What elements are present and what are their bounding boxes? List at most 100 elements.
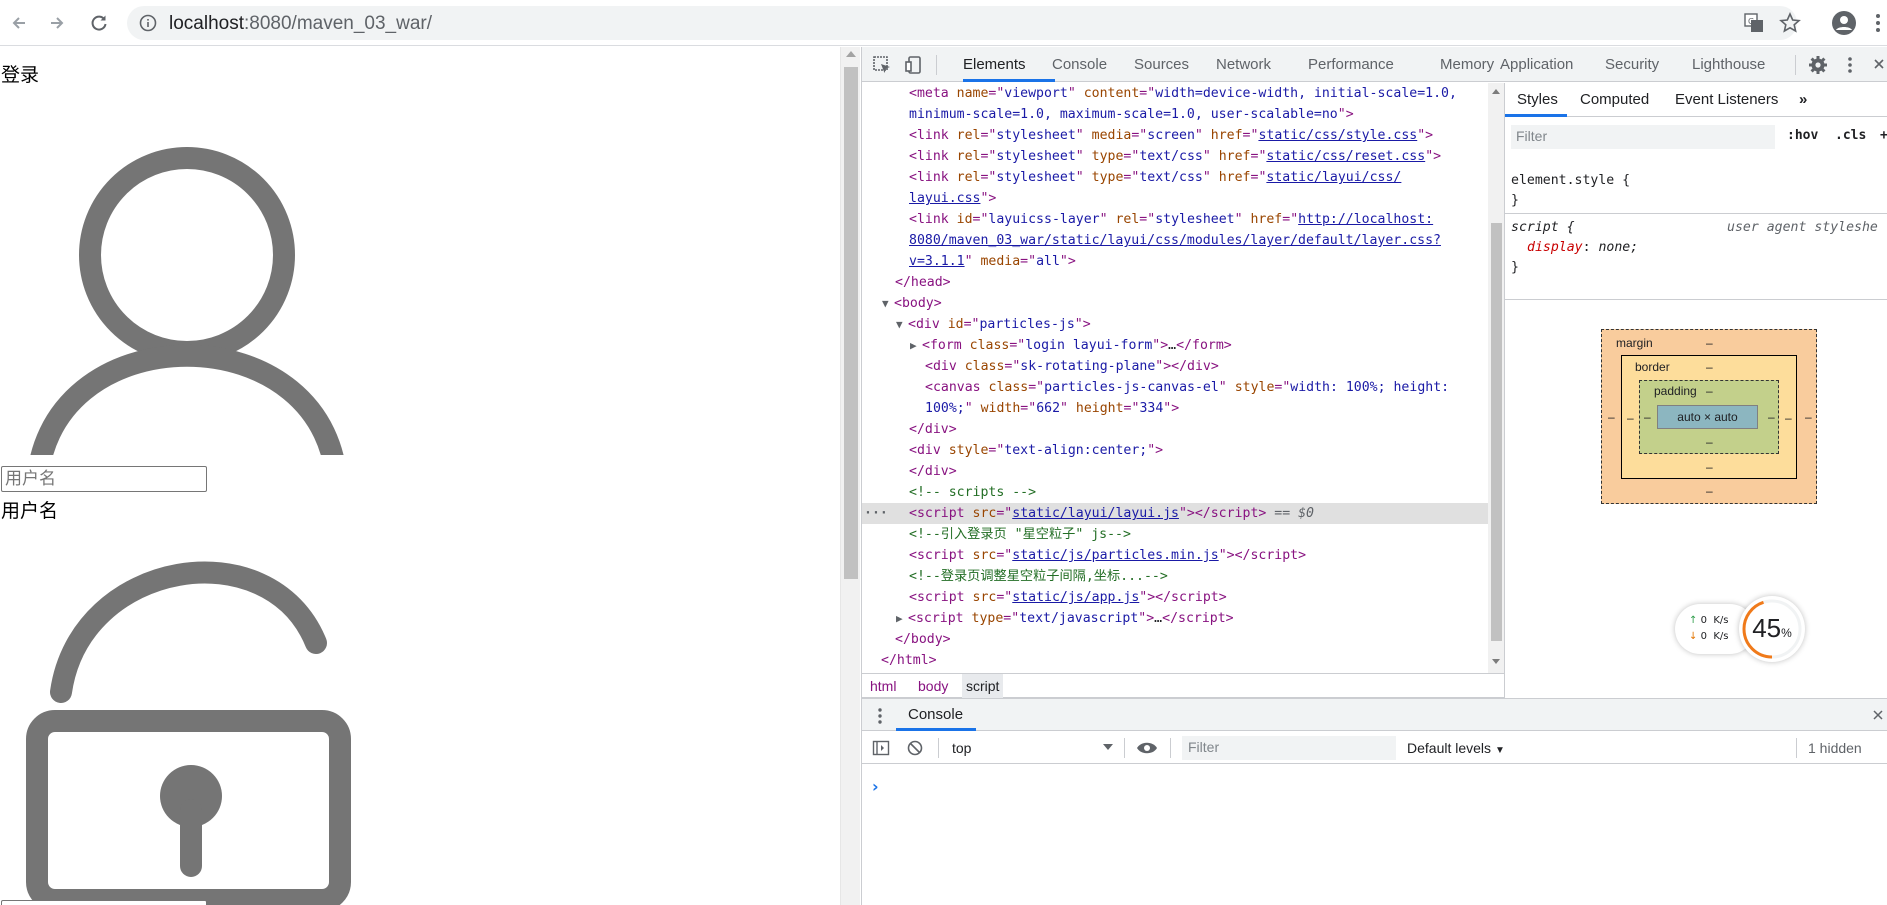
- dom-node-script-app[interactable]: <script src="static/js/app.js"></script>: [862, 587, 1488, 608]
- dom-node-comment-adjust[interactable]: <!--登录页调整星空粒子间隔,坐标...-->: [862, 566, 1488, 587]
- reload-button[interactable]: [87, 11, 111, 35]
- border-right-value[interactable]: –: [1785, 411, 1792, 425]
- network-speed-widget[interactable]: ↑ 0 K/s ↓ 0 K/s 45%: [1675, 596, 1811, 662]
- dom-node-div-spinner[interactable]: <div class="sk-rotating-plane"></div>: [862, 356, 1488, 377]
- sidebar-toggle-icon[interactable]: [872, 739, 890, 757]
- border-left-value[interactable]: –: [1627, 411, 1634, 425]
- url-text[interactable]: localhost:8080/maven_03_war/: [169, 13, 432, 35]
- dom-node-canvas[interactable]: <canvas class="particles-js-canvas-el" s…: [862, 377, 1488, 398]
- dom-node-link-layui-cont[interactable]: layui.css">: [862, 188, 1488, 209]
- eye-icon[interactable]: [1136, 740, 1158, 756]
- dom-node-form[interactable]: ▶ <form class="login layui-form">…</form>: [862, 335, 1488, 356]
- collapsed-triangle-icon[interactable]: ▶: [896, 608, 908, 629]
- href-link[interactable]: static/layui/css/: [1266, 170, 1401, 185]
- dom-node-link-layer[interactable]: <link id="layuicss-layer" rel="styleshee…: [862, 209, 1488, 230]
- devtools-menu-icon[interactable]: [1844, 55, 1856, 75]
- clear-console-icon[interactable]: [906, 739, 924, 757]
- tab-security[interactable]: Security: [1605, 56, 1659, 73]
- dom-node-link-layui[interactable]: <link rel="stylesheet" type="text/css" h…: [862, 167, 1488, 188]
- add-rule-icon[interactable]: +: [1880, 128, 1887, 143]
- tab-sources[interactable]: Sources: [1134, 56, 1189, 73]
- scroll-up-icon[interactable]: [1492, 89, 1500, 94]
- href-link[interactable]: v=3.1.1: [909, 254, 965, 269]
- dom-node-script-layui-selected[interactable]: ··· <script src="static/layui/layui.js"><…: [862, 503, 1488, 524]
- margin-right-value[interactable]: –: [1805, 410, 1812, 424]
- ellipsis-icon[interactable]: ···: [864, 503, 888, 524]
- console-prompt-icon[interactable]: ›: [872, 777, 879, 796]
- context-selector[interactable]: top: [952, 740, 971, 756]
- close-drawer-icon[interactable]: [1872, 709, 1884, 721]
- more-menu-icon[interactable]: [1872, 12, 1884, 34]
- tab-console[interactable]: Console: [1052, 56, 1107, 73]
- dom-node-canvas-cont[interactable]: 100%;" width="662" height="334">: [862, 398, 1488, 419]
- collapsed-triangle-icon[interactable]: ▶: [910, 335, 922, 356]
- styles-filter-input[interactable]: Filter: [1511, 125, 1775, 149]
- dom-node-link-layer-cont[interactable]: 8080/maven_03_war/static/layui/css/modul…: [862, 230, 1488, 251]
- scroll-up-icon[interactable]: [846, 51, 856, 57]
- tab-memory[interactable]: Memory: [1440, 56, 1494, 73]
- tab-elements[interactable]: Elements: [963, 56, 1026, 73]
- info-icon[interactable]: [139, 14, 157, 32]
- src-link[interactable]: static/js/app.js: [1012, 590, 1139, 605]
- drawer-menu-icon[interactable]: [876, 707, 884, 725]
- href-link[interactable]: 8080/maven_03_war/static/layui/css/modul…: [909, 233, 1441, 248]
- log-levels-dropdown[interactable]: Default levels ▼: [1407, 740, 1505, 756]
- console-filter-input[interactable]: Filter: [1182, 736, 1396, 760]
- padding-right-value[interactable]: –: [1768, 410, 1775, 424]
- padding-left-value[interactable]: –: [1644, 410, 1651, 424]
- dom-node-div-particles[interactable]: ▼ <div id="particles-js">: [862, 314, 1488, 335]
- drawer-tab-console[interactable]: Console: [908, 706, 963, 723]
- css-value[interactable]: none;: [1598, 240, 1638, 255]
- profile-avatar-icon[interactable]: [1831, 10, 1857, 36]
- src-link[interactable]: static/layui/layui.js: [1012, 506, 1179, 521]
- username-input[interactable]: [1, 466, 207, 492]
- page-scrollbar[interactable]: [840, 47, 860, 905]
- box-model-padding[interactable]: padding – – – – auto × auto: [1639, 380, 1779, 454]
- src-link[interactable]: static/js/particles.min.js: [1012, 548, 1218, 563]
- password-input[interactable]: [1, 900, 207, 905]
- dom-node-div-close2[interactable]: </div>: [862, 461, 1488, 482]
- border-bottom-value[interactable]: –: [1706, 460, 1713, 474]
- tab-computed[interactable]: Computed: [1580, 91, 1649, 108]
- tab-lighthouse[interactable]: Lighthouse: [1692, 56, 1765, 73]
- dom-node-script-inline[interactable]: ▶ <script type="text/javascript">…</scrip…: [862, 608, 1488, 629]
- breadcrumb-body[interactable]: body: [914, 678, 952, 694]
- tab-styles[interactable]: Styles: [1517, 91, 1558, 108]
- dom-node-script-particles[interactable]: <script src="static/js/particles.min.js"…: [862, 545, 1488, 566]
- elements-scrollbar[interactable]: [1488, 83, 1504, 673]
- dom-node-comment-scripts[interactable]: <!-- scripts -->: [862, 482, 1488, 503]
- dom-node-link-style[interactable]: <link rel="stylesheet" media="screen" hr…: [862, 125, 1488, 146]
- dom-node-div-center[interactable]: <div style="text-align:center;">: [862, 440, 1488, 461]
- box-model-border[interactable]: border – – – – padding – – – – auto × au…: [1621, 355, 1797, 479]
- scrollbar-thumb[interactable]: [844, 67, 858, 579]
- elements-tree[interactable]: <meta name="viewport" content="width=dev…: [862, 83, 1488, 673]
- dom-node-body[interactable]: ▼ <body>: [862, 293, 1488, 314]
- more-tabs-chevron-icon[interactable]: »: [1799, 91, 1807, 108]
- tab-event-listeners[interactable]: Event Listeners: [1675, 91, 1778, 108]
- back-button[interactable]: [7, 11, 31, 35]
- forward-button[interactable]: [45, 11, 69, 35]
- dom-node-meta[interactable]: <meta name="viewport" content="width=dev…: [862, 83, 1488, 104]
- scrollbar-thumb[interactable]: [1491, 223, 1502, 641]
- tab-performance[interactable]: Performance: [1308, 56, 1394, 73]
- expanded-triangle-icon[interactable]: ▼: [896, 314, 908, 335]
- padding-bottom-value[interactable]: –: [1706, 435, 1713, 449]
- cls-toggle[interactable]: .cls: [1835, 128, 1866, 143]
- href-link[interactable]: layui.css: [909, 191, 980, 206]
- margin-bottom-value[interactable]: –: [1706, 484, 1713, 498]
- device-toolbar-icon[interactable]: [904, 55, 924, 75]
- dom-node-div-close[interactable]: </div>: [862, 419, 1488, 440]
- scroll-down-icon[interactable]: [1492, 659, 1500, 664]
- star-icon[interactable]: [1779, 12, 1801, 34]
- close-devtools-icon[interactable]: [1872, 55, 1886, 75]
- box-model-margin[interactable]: margin – – – – border – – – – padding – …: [1601, 329, 1817, 504]
- dom-node-head-close[interactable]: </head>: [862, 272, 1488, 293]
- dom-node-link-reset[interactable]: <link rel="stylesheet" type="text/css" h…: [862, 146, 1488, 167]
- box-model-content[interactable]: auto × auto: [1657, 405, 1758, 429]
- breadcrumb-html[interactable]: html: [866, 678, 900, 694]
- dom-node-comment-particles[interactable]: <!--引入登录页 "星空粒子" js-->: [862, 524, 1488, 545]
- dom-node-body-close[interactable]: </body>: [862, 629, 1488, 650]
- address-bar[interactable]: localhost:8080/maven_03_war/ G: [127, 6, 1801, 40]
- margin-top-value[interactable]: –: [1706, 336, 1713, 350]
- css-property[interactable]: display: [1527, 240, 1583, 255]
